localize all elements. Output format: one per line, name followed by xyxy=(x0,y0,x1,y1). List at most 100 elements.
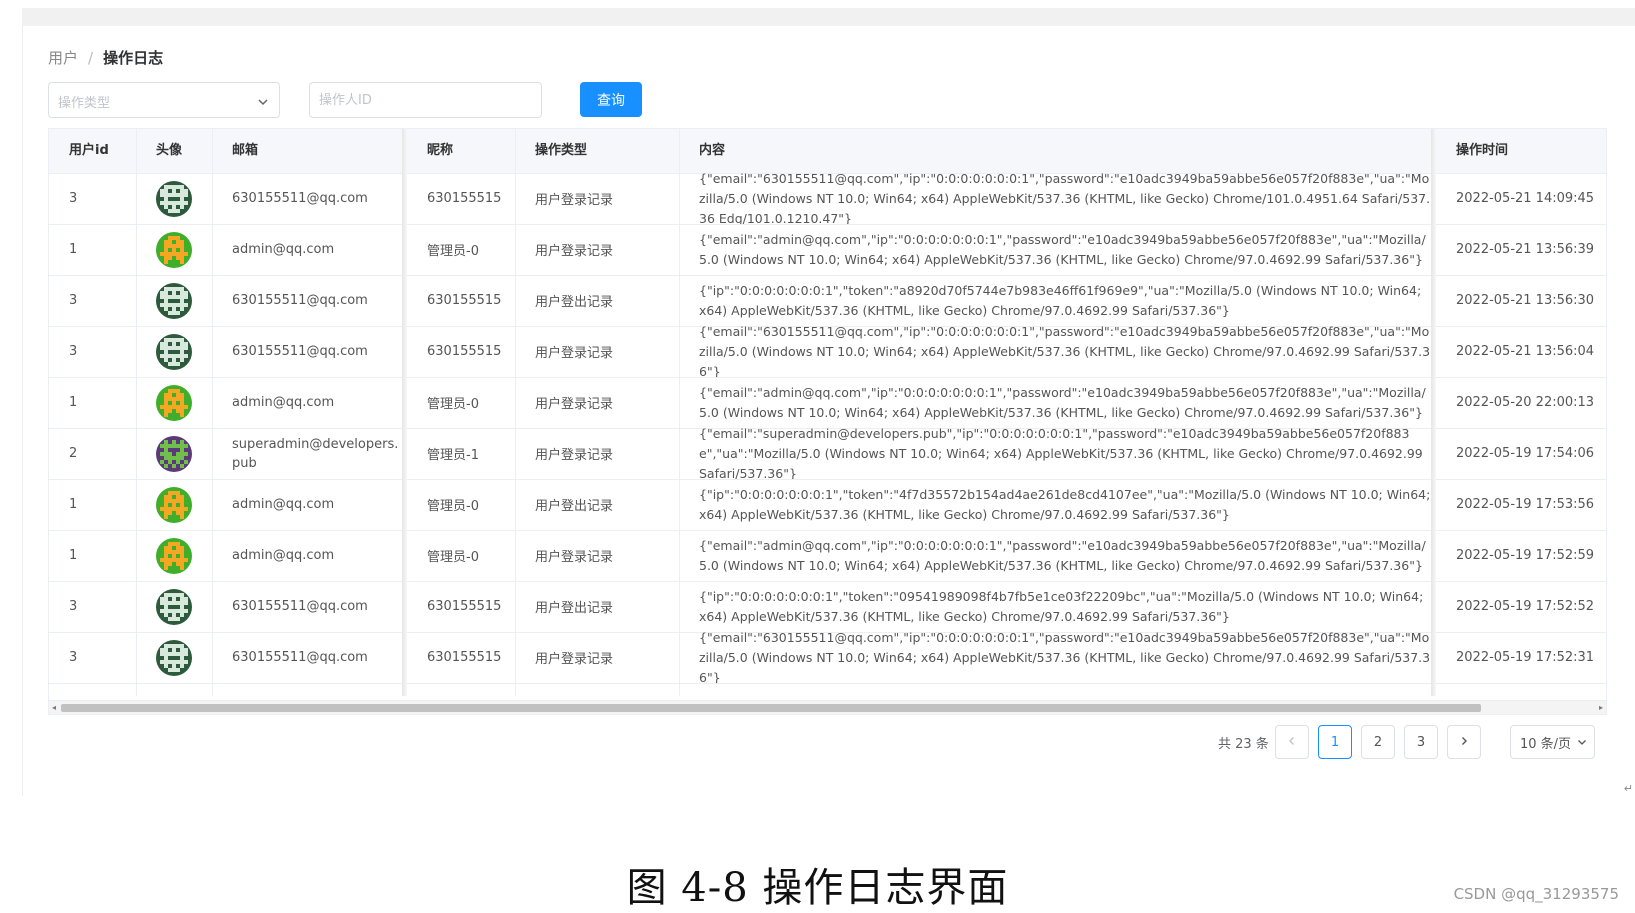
operation-type-cell: 用户登出记录 xyxy=(515,581,679,632)
watermark: CSDN @qq_31293575 xyxy=(1453,885,1619,903)
header-user-id[interactable]: 用户id xyxy=(49,129,136,173)
horizontal-scrollbar[interactable]: ◂ ▸ xyxy=(49,700,1606,714)
email-cell: 630155511@qq.com xyxy=(212,173,402,224)
email-cell: admin@qq.com xyxy=(212,530,402,581)
page-1-button[interactable]: 1 xyxy=(1318,725,1352,759)
user-id-cell: 1 xyxy=(49,530,136,581)
user-id-cell: 3 xyxy=(49,581,136,632)
table-row[interactable]: 1 admin@qq.com 管理员-0 用户登录记录 {"email":"admin@… xyxy=(49,530,1606,582)
operation-type-cell: 用户登录记录 xyxy=(515,428,679,479)
content-cell: {"email":"admin@qq.com","ip":"0:0:0:0:0:… xyxy=(679,224,1431,275)
user-id-text: 3 xyxy=(69,650,78,665)
email-cell: 630155511@qq.com xyxy=(212,632,402,683)
operation-time-cell: 2022-05-19 17:53:56 xyxy=(1436,479,1606,530)
scroll-right-arrow-icon[interactable]: ▸ xyxy=(1599,703,1603,712)
user-id-text: 1 xyxy=(69,395,78,410)
user-id-text: 2 xyxy=(69,446,78,461)
dark-green-avatar-icon xyxy=(156,180,192,217)
nickname-cell: 630155515 xyxy=(407,275,515,326)
nickname-text: 630155515 xyxy=(427,599,502,614)
header-content[interactable]: 内容 xyxy=(679,129,1431,173)
column-divider xyxy=(515,129,516,696)
table-row[interactable]: 3 630155511@qq.com 630155515 用户登出记录 {"ip":"0… xyxy=(49,581,1606,633)
content-cell: {"email":"admin@qq.com","ip":"0:0:0:0:0:… xyxy=(679,530,1431,581)
content-cell: {"ip":"0:0:0:0:0:0:0:1","token":"4f7d355… xyxy=(679,479,1431,530)
user-id-text: 1 xyxy=(69,497,78,512)
table-row[interactable]: 3 630155511@qq.com 630155515 用户登录记录 {"email"… xyxy=(49,632,1606,684)
operation-type-cell: 用户登出记录 xyxy=(515,275,679,326)
operation-type-select[interactable]: 操作类型 xyxy=(48,82,280,118)
page-size-select[interactable]: 10 条/页 xyxy=(1510,725,1595,759)
operation-type-text: 用户登出记录 xyxy=(535,601,614,616)
avatar-cell xyxy=(136,428,212,479)
scrollbar-thumb[interactable] xyxy=(61,704,1481,712)
email-text: admin@qq.com xyxy=(232,497,335,512)
scroll-left-arrow-icon[interactable]: ◂ xyxy=(52,703,56,712)
nickname-text: 630155515 xyxy=(427,293,502,308)
table-row[interactable]: 3 630155511@qq.com 630155515 用户登出记录 {"ip":"0… xyxy=(49,275,1606,327)
page-3-button[interactable]: 3 xyxy=(1404,725,1438,759)
email-text: 630155511@qq.com xyxy=(232,191,368,206)
content-cell: {"email":"admin@qq.com","ip":"0:0:0:0:0:… xyxy=(679,377,1431,428)
operation-type-text: 用户登录记录 xyxy=(535,244,614,259)
breadcrumb-parent[interactable]: 用户 xyxy=(48,49,78,67)
nickname-cell: 管理员-0 xyxy=(407,530,515,581)
user-id-cell: 3 xyxy=(49,275,136,326)
table-header: 用户id 头像 邮箱 昵称 操作类型 内容 操作时间 xyxy=(49,129,1606,174)
header-email[interactable]: 邮箱 xyxy=(212,129,402,173)
content-text: {"ip":"0:0:0:0:0:0:0:1","token":"4f7d355… xyxy=(699,486,1431,522)
content-text: {"ip":"0:0:0:0:0:0:0:1","token":"0954198… xyxy=(699,588,1424,624)
operation-time-text: 2022-05-21 14:09:45 xyxy=(1456,191,1595,206)
email-text: admin@qq.com xyxy=(232,548,335,563)
nickname-cell: 管理员-0 xyxy=(407,479,515,530)
header-operation-time[interactable]: 操作时间 xyxy=(1436,129,1606,173)
purple-green-avatar-icon xyxy=(156,435,192,472)
user-id-text: 3 xyxy=(69,293,78,308)
content-text: {"email":"630155511@qq.com","ip":"0:0:0:… xyxy=(699,173,1431,224)
table-row[interactable]: 3 630155511@qq.com 630155515 用户登录记录 {"email"… xyxy=(49,173,1606,225)
email-cell: 630155511@qq.com xyxy=(212,326,402,377)
content-cell: {"email":"superadmin@developers.pub","ip… xyxy=(679,428,1431,479)
email-text: 630155511@qq.com xyxy=(232,344,368,359)
content-text: {"email":"admin@qq.com","ip":"0:0:0:0:0:… xyxy=(699,537,1426,573)
operation-type-text: 用户登录记录 xyxy=(535,652,614,667)
operation-type-cell: 用户登录记录 xyxy=(515,530,679,581)
nickname-cell: 管理员-0 xyxy=(407,224,515,275)
content-text: {"email":"admin@qq.com","ip":"0:0:0:0:0:… xyxy=(699,384,1426,420)
page-2-button[interactable]: 2 xyxy=(1361,725,1395,759)
prev-page-button[interactable] xyxy=(1275,725,1309,759)
query-button[interactable]: 查询 xyxy=(580,82,642,117)
operation-type-cell: 用户登录记录 xyxy=(515,224,679,275)
nickname-text: 管理员-0 xyxy=(427,244,479,259)
operation-type-text: 用户登录记录 xyxy=(535,193,614,208)
operation-time-text: 2022-05-21 13:56:04 xyxy=(1456,344,1595,359)
operation-time-cell: 2022-05-21 14:09:45 xyxy=(1436,173,1606,224)
email-text: 630155511@qq.com xyxy=(232,293,368,308)
operation-time-text: 2022-05-19 17:52:59 xyxy=(1456,548,1595,563)
next-page-button[interactable] xyxy=(1447,725,1481,759)
email-cell: admin@qq.com xyxy=(212,377,402,428)
table-row[interactable]: 2 superadmin@developers.pub 管理员-1 用户登录记录 {"e… xyxy=(49,428,1606,480)
operation-time-text: 2022-05-21 13:56:30 xyxy=(1456,293,1595,308)
user-id-cell: 3 xyxy=(49,632,136,683)
table-row[interactable]: 1 admin@qq.com 管理员-0 用户登录记录 {"email":"admin@… xyxy=(49,377,1606,429)
dark-green-avatar-icon xyxy=(156,588,192,625)
header-nickname[interactable]: 昵称 xyxy=(407,129,515,173)
table-row[interactable]: 3 630155511@qq.com 630155515 用户登录记录 {"email"… xyxy=(49,326,1606,378)
user-id-text: 3 xyxy=(69,599,78,614)
chevron-down-icon xyxy=(257,93,269,106)
content-cell: {"ip":"0:0:0:0:0:0:0:1","token":"0954198… xyxy=(679,581,1431,632)
nickname-cell: 630155515 xyxy=(407,326,515,377)
avatar-cell xyxy=(136,173,212,224)
operation-time-text: 2022-05-19 17:53:56 xyxy=(1456,497,1595,512)
header-operation-type[interactable]: 操作类型 xyxy=(515,129,679,173)
table-row[interactable]: 1 admin@qq.com 管理员-0 用户登出记录 {"ip":"0:0:0:0:0… xyxy=(49,479,1606,531)
header-avatar[interactable]: 头像 xyxy=(136,129,212,173)
email-cell: 630155511@qq.com xyxy=(212,275,402,326)
user-id-text: 1 xyxy=(69,242,78,257)
operator-id-input[interactable] xyxy=(309,82,542,118)
table-row[interactable]: 1 admin@qq.com 管理员-0 用户登录记录 {"email":"admin@… xyxy=(49,224,1606,276)
operation-time-text: 2022-05-19 17:52:52 xyxy=(1456,599,1595,614)
green-orange-avatar-icon xyxy=(156,486,192,523)
column-divider xyxy=(679,129,680,696)
